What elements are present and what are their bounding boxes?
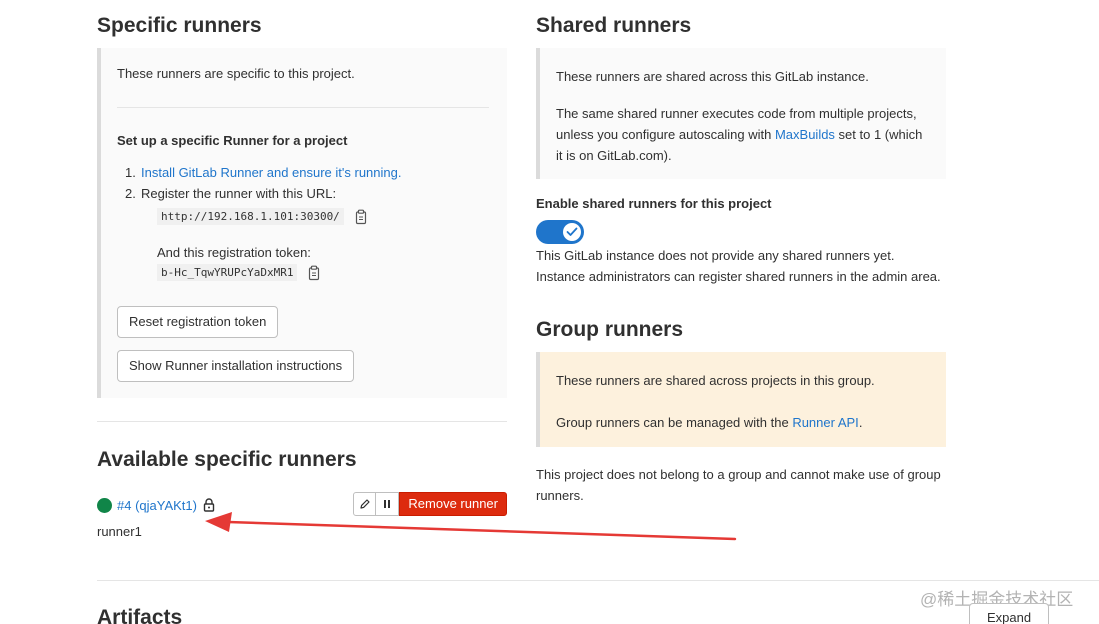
token-row: b-Hc_TqwYRUPcYaDxMR1 xyxy=(117,264,491,281)
panel-divider xyxy=(117,107,489,108)
token-label: And this registration token: xyxy=(157,245,311,260)
edit-runner-button[interactable] xyxy=(353,492,377,516)
group-runners-title: Group runners xyxy=(536,318,684,341)
runner-row: #4 (qjaYAKt1) Remove runner xyxy=(97,492,507,518)
setup-steps: 1. Install GitLab Runner and ensure it's … xyxy=(117,162,491,204)
group-runners-panel: These runners are shared across projects… xyxy=(536,352,946,447)
shared-runners-panel: These runners are shared across this Git… xyxy=(536,48,946,179)
specific-runners-panel: These runners are specific to this proje… xyxy=(97,48,507,398)
remove-runner-button[interactable]: Remove runner xyxy=(399,492,507,516)
group-runners-intro: These runners are shared across projects… xyxy=(556,373,875,388)
copy-url-icon[interactable] xyxy=(354,209,368,225)
shared-runners-title: Shared runners xyxy=(536,14,692,37)
enable-shared-label: Enable shared runners for this project xyxy=(536,196,772,211)
setup-title: Set up a specific Runner for a project xyxy=(117,133,348,148)
copy-token-icon[interactable] xyxy=(307,265,321,281)
section-divider xyxy=(97,421,507,422)
runner-description: runner1 xyxy=(97,524,142,539)
artifacts-divider xyxy=(97,580,1099,581)
runner-actions: Remove runner xyxy=(353,492,507,516)
no-shared-runners-text: This GitLab instance does not provide an… xyxy=(536,248,941,284)
check-icon xyxy=(563,223,581,241)
enable-shared-toggle[interactable] xyxy=(536,220,584,244)
url-row: http://192.168.1.101:30300/ xyxy=(117,208,491,225)
runner-id-link[interactable]: #4 (qjaYAKt1) xyxy=(117,498,197,513)
lock-icon xyxy=(203,498,215,512)
pause-icon xyxy=(384,500,391,508)
runner-url: http://192.168.1.101:30300/ xyxy=(157,208,344,225)
registration-token: b-Hc_TqwYRUPcYaDxMR1 xyxy=(157,264,298,281)
show-instructions-button[interactable]: Show Runner installation instructions xyxy=(117,350,355,382)
runner-status-online-icon xyxy=(97,497,112,513)
no-group-text: This project does not belong to a group … xyxy=(536,467,941,503)
shared-runners-intro: These runners are shared across this Git… xyxy=(556,69,869,84)
specific-runners-intro: These runners are specific to this proje… xyxy=(117,66,355,81)
setup-step-1: 1. Install GitLab Runner and ensure it's … xyxy=(125,165,402,180)
reset-token-button[interactable]: Reset registration token xyxy=(117,306,279,338)
group-runners-description: Group runners can be managed with the Ru… xyxy=(556,415,863,430)
install-runner-link[interactable]: Install GitLab Runner and ensure it's ru… xyxy=(141,165,401,180)
available-runners-title: Available specific runners xyxy=(97,448,357,471)
pencil-icon xyxy=(360,499,370,509)
maxbuilds-link[interactable]: MaxBuilds xyxy=(775,127,835,142)
artifacts-title: Artifacts xyxy=(97,606,183,624)
runner-api-link[interactable]: Runner API xyxy=(792,415,859,430)
artifacts-expand-button[interactable]: Expand xyxy=(969,603,1049,624)
specific-runners-title: Specific runners xyxy=(97,14,262,37)
shared-runners-description: The same shared runner executes code fro… xyxy=(556,106,923,163)
setup-step-2: 2. Register the runner with this URL: xyxy=(125,186,337,201)
pause-runner-button[interactable] xyxy=(376,492,400,516)
